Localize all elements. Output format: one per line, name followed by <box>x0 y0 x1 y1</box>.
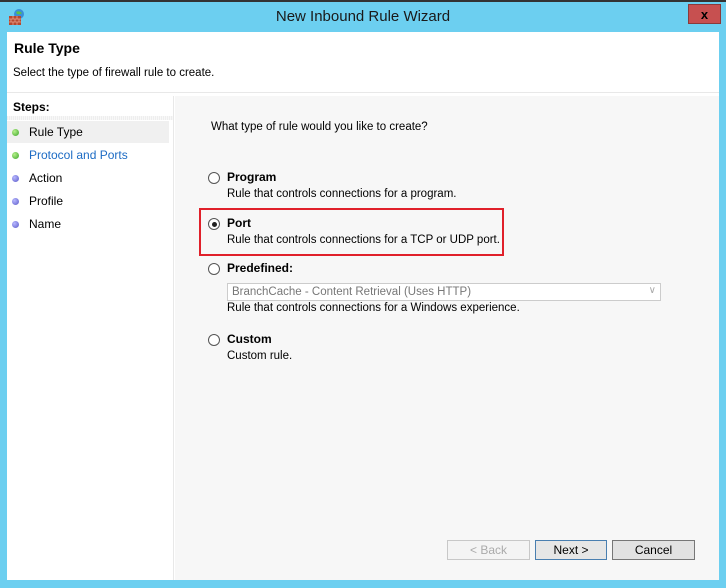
custom-radio[interactable] <box>208 334 220 346</box>
window-title: New Inbound Rule Wizard <box>275 8 451 25</box>
option-label[interactable]: Predefined: <box>227 261 293 275</box>
step-complete-icon <box>12 128 19 136</box>
wizard-window: Rule Type Select the type of firewall ru… <box>7 32 719 580</box>
step-complete-icon <box>12 151 19 159</box>
wizard-header: Rule Type Select the type of firewall ru… <box>7 32 719 93</box>
option-description: Custom rule. <box>227 350 293 362</box>
option-label[interactable]: Port <box>227 216 251 230</box>
step-protocol-and-ports[interactable]: Protocol and Ports <box>7 144 169 166</box>
option-description: Rule that controls connections for a Win… <box>227 302 520 314</box>
close-button[interactable]: x <box>688 4 721 24</box>
step-pending-icon <box>12 174 19 182</box>
step-label: Rule Type <box>29 125 83 139</box>
close-icon: x <box>700 6 709 22</box>
back-button[interactable]: < Back <box>447 540 530 560</box>
step-label: Name <box>29 217 62 231</box>
next-button[interactable]: Next > <box>535 540 607 560</box>
step-label: Action <box>29 171 63 185</box>
step-label[interactable]: Protocol and Ports <box>29 148 128 162</box>
step-name: Name <box>7 213 169 235</box>
program-radio[interactable] <box>208 172 220 184</box>
title-bar[interactable]: New Inbound Rule Wizard x <box>0 2 726 32</box>
predefined-radio[interactable] <box>208 263 220 275</box>
dropdown-value: BranchCache - Content Retrieval (Uses HT… <box>232 286 472 298</box>
steps-sidebar: Steps: Rule Type Protocol and Ports Acti… <box>7 96 174 580</box>
steps-divider <box>7 116 173 120</box>
steps-heading: Steps: <box>13 100 50 114</box>
question-text: What type of rule would you like to crea… <box>211 121 428 133</box>
option-label[interactable]: Program <box>227 170 276 184</box>
step-action: Action <box>7 167 169 189</box>
predefined-dropdown[interactable]: BranchCache - Content Retrieval (Uses HT… <box>227 283 661 301</box>
page-subtitle: Select the type of firewall rule to crea… <box>13 67 215 79</box>
cancel-button[interactable]: Cancel <box>612 540 695 560</box>
step-rule-type[interactable]: Rule Type <box>7 121 169 143</box>
step-pending-icon <box>12 197 19 205</box>
option-label[interactable]: Custom <box>227 332 272 346</box>
option-description: Rule that controls connections for a TCP… <box>227 234 500 246</box>
main-panel: What type of rule would you like to crea… <box>175 96 719 580</box>
page-title: Rule Type <box>14 40 80 56</box>
step-profile: Profile <box>7 190 169 212</box>
option-description: Rule that controls connections for a pro… <box>227 188 457 200</box>
step-label: Profile <box>29 194 64 208</box>
step-pending-icon <box>12 220 19 228</box>
chevron-down-icon[interactable]: ∨ <box>649 285 656 296</box>
port-radio[interactable] <box>208 218 220 230</box>
